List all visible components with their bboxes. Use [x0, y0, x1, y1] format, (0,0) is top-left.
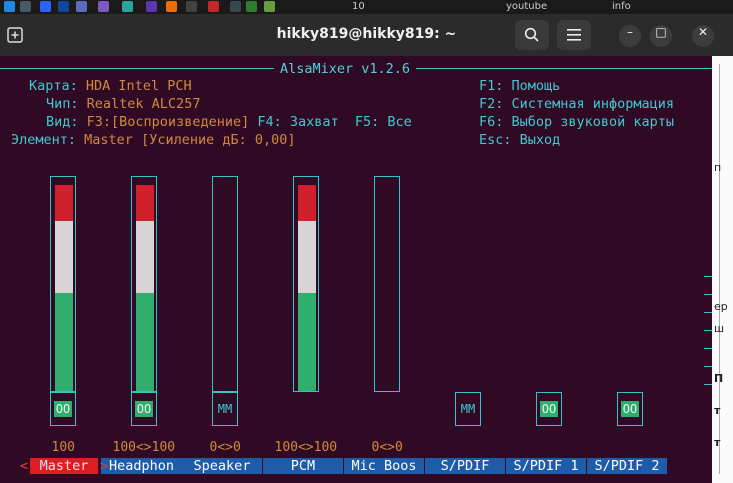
card-label: Карта: — [29, 78, 78, 94]
channel-name-1[interactable]: Master — [30, 458, 98, 474]
app-icon-9[interactable] — [166, 1, 177, 13]
channel-value: 100 — [51, 440, 75, 455]
app-icon-10[interactable] — [186, 1, 197, 13]
app-icon-5[interactable] — [76, 1, 87, 13]
side-text-1: п — [714, 161, 722, 174]
mute-toggle-1[interactable]: OO — [50, 392, 76, 426]
app-icon-4[interactable] — [58, 1, 69, 13]
mute-toggle-7[interactable]: OO — [536, 392, 562, 426]
terminal-body[interactable]: AlsaMixer v1.2.6 Карта: HDA Intel PCH Чи… — [0, 56, 712, 483]
view-label: Вид: — [46, 114, 79, 130]
selector-left-arrow: < — [20, 458, 29, 474]
element-line: Элемент: Master [Усиление дБ: 0,00] — [11, 132, 296, 148]
channel-value: 100<>100 — [112, 440, 176, 455]
view-line: Вид: F3:[Воспроизведение] F4: Захват F5:… — [46, 114, 412, 130]
volume-bar-2[interactable] — [131, 176, 157, 392]
volume-bar-1[interactable] — [50, 176, 76, 392]
mute-state: OO — [621, 401, 639, 417]
side-text-3: ш — [714, 322, 725, 335]
volume-fill-white — [298, 221, 316, 293]
channel-name-3[interactable]: Speaker — [182, 458, 262, 474]
minimize-button[interactable]: – — [619, 25, 641, 47]
close-button[interactable]: ✕ — [692, 25, 714, 47]
side-text-5: т — [714, 404, 721, 417]
app-icon-13[interactable] — [246, 1, 257, 13]
app-icon-12[interactable] — [230, 1, 241, 13]
mute-toggle-6[interactable]: MM — [455, 392, 481, 426]
side-text-6: т — [714, 436, 721, 449]
channel-value: 100<>100 — [274, 440, 338, 455]
view-all: F5: Все — [354, 114, 412, 130]
element-value: Master [Усиление дБ: 0,00] — [84, 132, 296, 148]
search-icon — [524, 27, 539, 42]
hamburger-menu-icon — [567, 29, 581, 41]
chip-value: Realtek ALC257 — [86, 96, 201, 112]
count-label: 10 — [352, 1, 365, 12]
help-f6: F6: Выбор звуковой карты — [479, 114, 675, 130]
chip-label: Чип: — [46, 96, 79, 112]
channel-name-2[interactable]: Headphon — [101, 458, 182, 474]
menu-button[interactable] — [557, 20, 591, 50]
volume-fill-green — [55, 293, 73, 391]
mute-state: OO — [540, 401, 558, 417]
mute-state: OO — [135, 401, 153, 417]
maximize-button[interactable]: □ — [650, 25, 672, 47]
view-value: F3:[Воспроизведение] — [86, 114, 250, 130]
mute-toggle-3[interactable]: MM — [212, 392, 238, 426]
volume-fill-red — [298, 185, 316, 221]
channel-name-7[interactable]: S/PDIF 1 — [506, 458, 586, 474]
app-icon-6[interactable] — [98, 1, 109, 13]
alsamixer-title: AlsaMixer v1.2.6 — [274, 61, 417, 77]
top-taskbar-strip: 10 youtube info — [0, 0, 733, 14]
app-icon-1[interactable] — [4, 1, 15, 13]
scroll-indicator — [704, 276, 712, 396]
card-line: Карта: HDA Intel PCH — [29, 78, 192, 94]
channel-name-4[interactable]: PCM — [263, 458, 343, 474]
app-icon-14[interactable] — [264, 1, 275, 13]
mute-state: MM — [460, 402, 476, 416]
volume-bar-4[interactable] — [293, 176, 319, 392]
help-f1: F1: Помощь — [479, 78, 561, 94]
background-window-edge: п ер ш П т т — [712, 56, 733, 483]
view-capture: F4: Захват — [257, 114, 339, 130]
bookmark-info[interactable]: info — [612, 1, 631, 13]
mute-toggle-8[interactable]: OO — [617, 392, 643, 426]
volume-fill-green — [298, 293, 316, 391]
search-button[interactable] — [515, 20, 549, 50]
volume-fill-red — [136, 185, 154, 221]
channel-value: 0<>0 — [371, 440, 403, 455]
side-text-4: П — [714, 372, 724, 385]
volume-fill-red — [55, 185, 73, 221]
app-icon-2[interactable] — [20, 1, 31, 13]
volume-bar-5[interactable] — [374, 176, 400, 392]
help-esc: Esc: Выход — [479, 132, 561, 148]
channel-name-5[interactable]: Mic Boos — [344, 458, 424, 474]
selector-right-arrow: > — [100, 458, 109, 474]
app-icon-7[interactable] — [122, 1, 133, 13]
mute-state: OO — [54, 401, 72, 417]
channel-value: 0<>0 — [209, 440, 241, 455]
volume-fill-green — [136, 293, 154, 391]
channel-name-6[interactable]: S/PDIF — [425, 458, 505, 474]
volume-bar-3[interactable] — [212, 176, 238, 392]
app-icon-8[interactable] — [146, 1, 157, 13]
card-value: HDA Intel PCH — [85, 78, 192, 94]
element-label: Элемент: — [11, 132, 77, 148]
mute-toggle-2[interactable]: OO — [131, 392, 157, 426]
channel-name-8[interactable]: S/PDIF 2 — [587, 458, 667, 474]
help-f2: F2: Системная информация — [479, 96, 675, 112]
app-icon-3[interactable] — [40, 1, 51, 13]
side-text-2: ер — [714, 300, 728, 313]
terminal-titlebar: hikky819@hikky819: ~ – □ ✕ — [0, 14, 733, 56]
volume-fill-white — [55, 221, 73, 293]
chip-line: Чип: Realtek ALC257 — [46, 96, 200, 112]
app-icon-11[interactable] — [208, 1, 219, 13]
bookmark-youtube[interactable]: youtube — [506, 1, 547, 13]
mute-state: MM — [217, 402, 233, 416]
volume-fill-white — [136, 221, 154, 293]
